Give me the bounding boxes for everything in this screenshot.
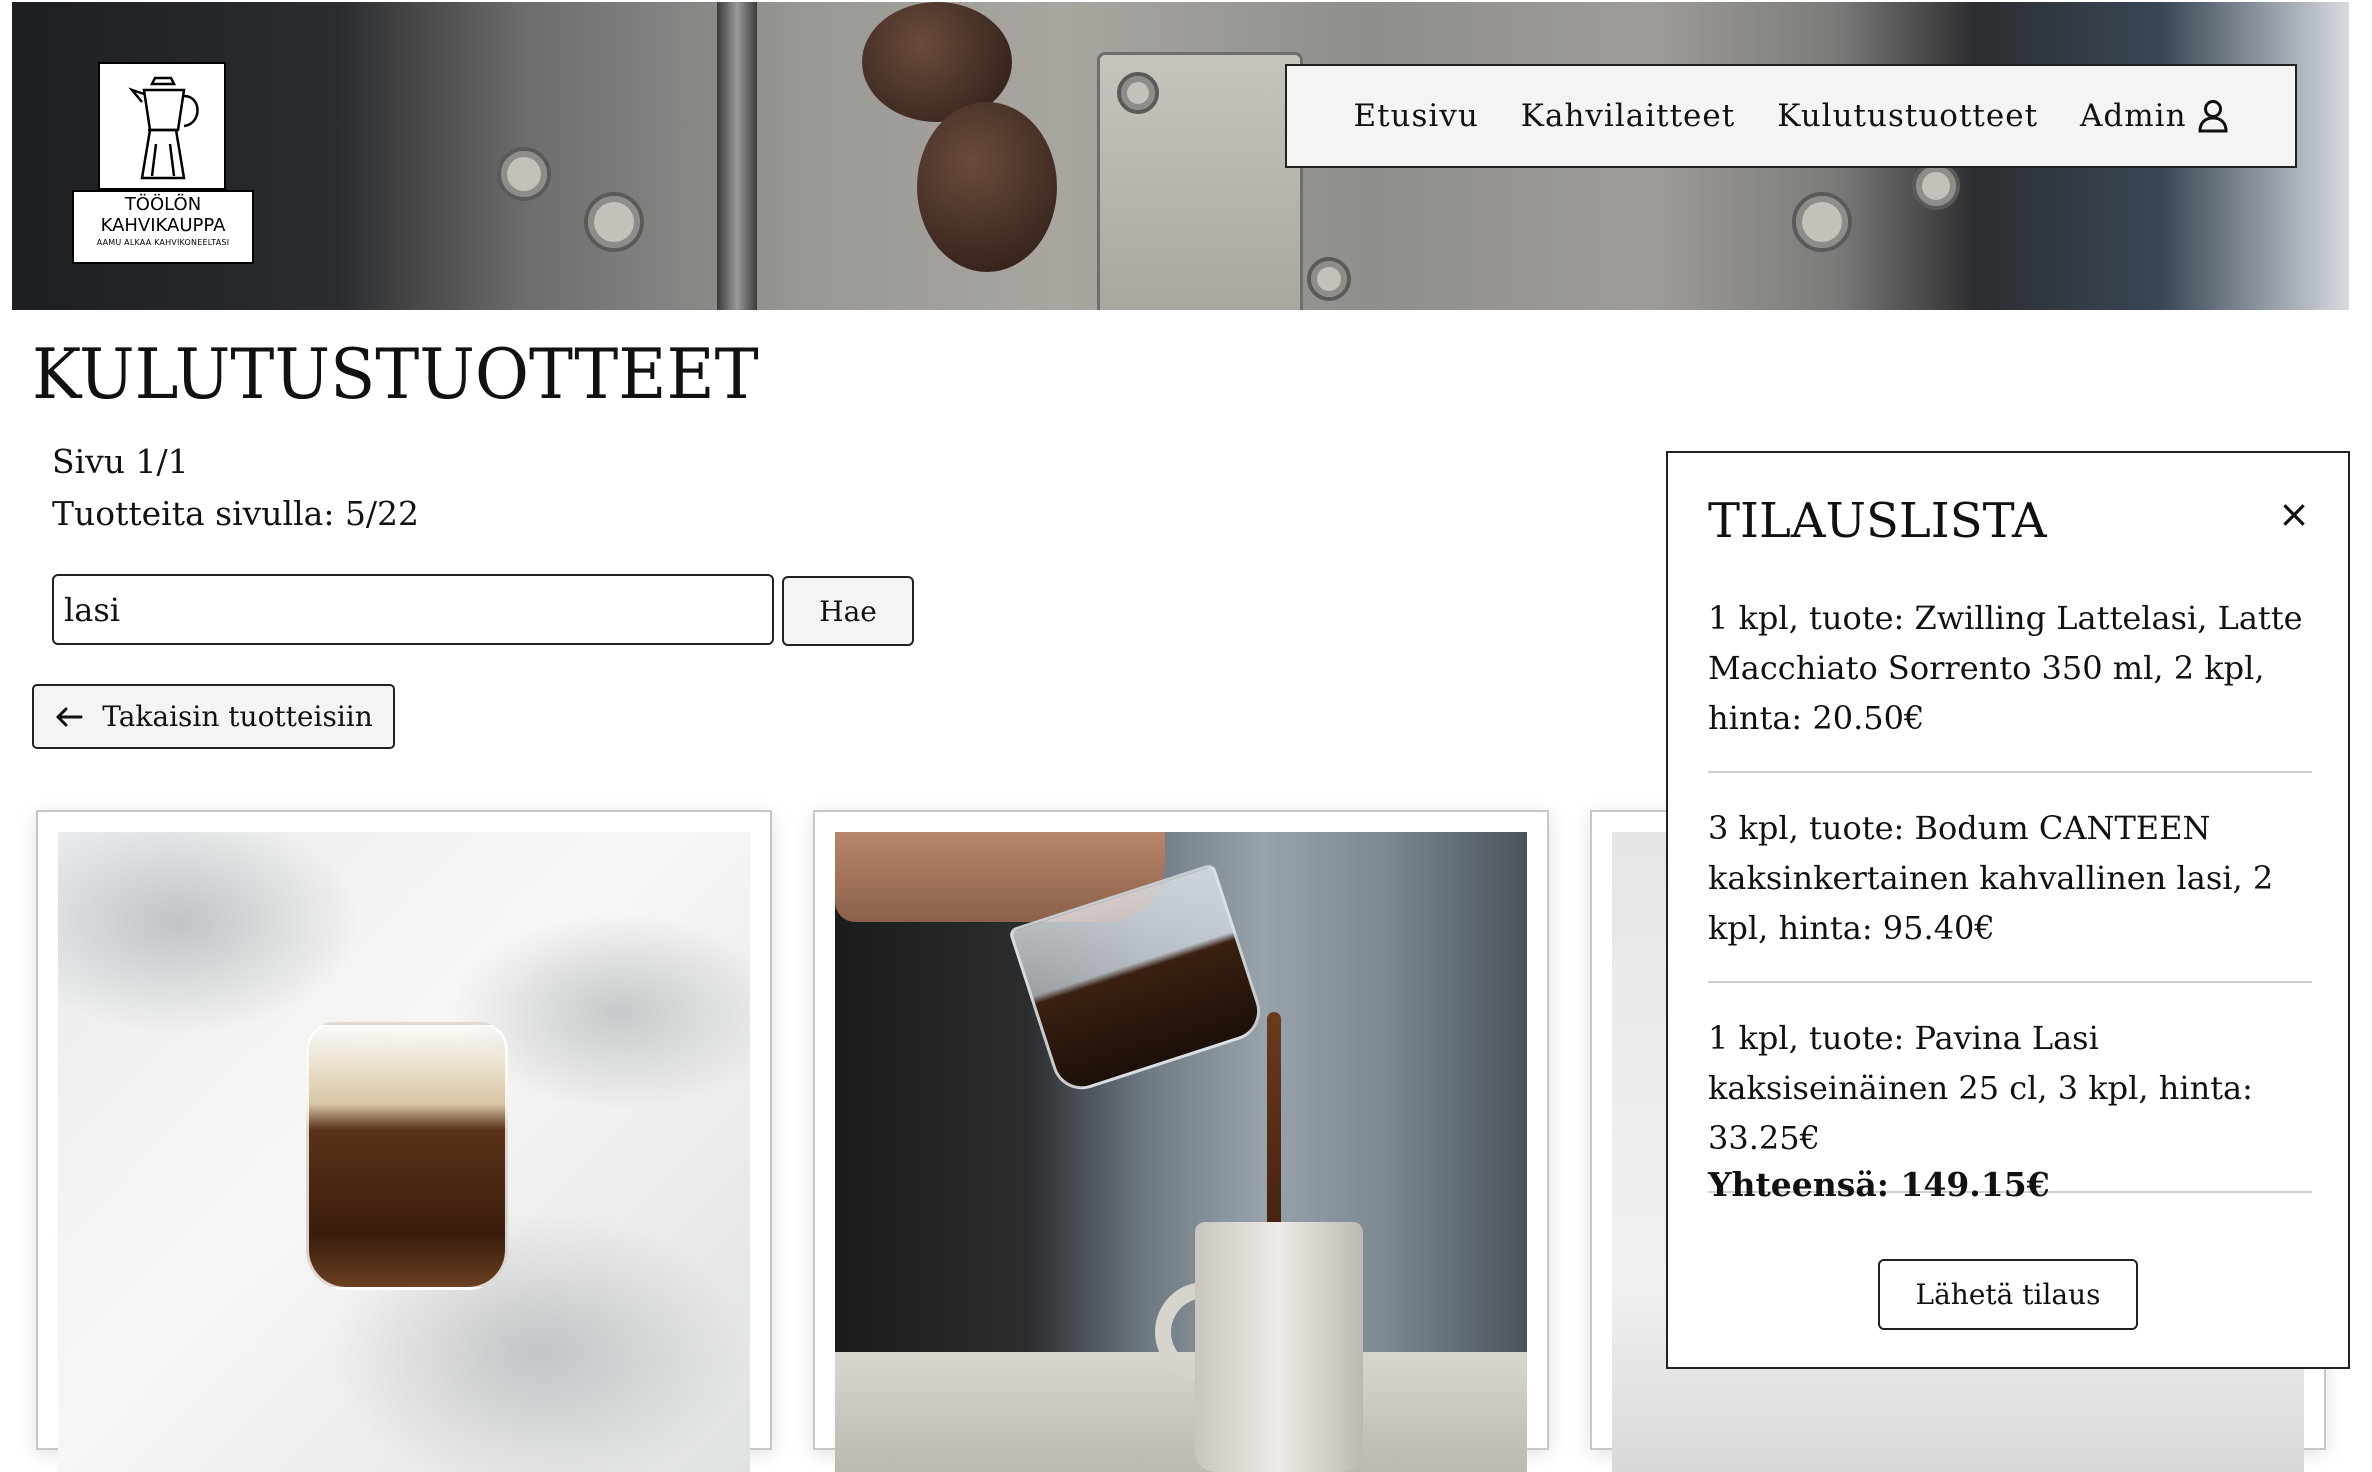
user-icon [2198, 100, 2228, 133]
machine-pipe [717, 2, 757, 310]
nav-link-label: Etusivu [1353, 98, 1479, 134]
product-card[interactable] [36, 810, 772, 1472]
bolt [584, 192, 644, 252]
hero-header: TÖÖLÖN KAHVIKAUPPA AAMU ALKAA KAHVIKONEE… [12, 2, 2349, 310]
main-nav: Etusivu Kahvilaitteet Kulutustuotteet Ad… [1285, 64, 2297, 168]
logo-tagline: AAMU ALKAA KAHVIKONEELTASI [96, 238, 230, 247]
page-indicator: Sivu 1/1 [52, 442, 189, 481]
nav-link-etusivu[interactable]: Etusivu [1353, 98, 1478, 134]
nav-link-kulutustuotteet[interactable]: Kulutustuotteet [1777, 98, 2038, 134]
pouring-coffee-photo [835, 832, 1527, 1472]
close-icon[interactable]: × [2278, 495, 2310, 533]
bolt [1307, 257, 1351, 301]
logo-label: TÖÖLÖN KAHVIKAUPPA AAMU ALKAA KAHVIKONEE… [72, 190, 254, 264]
order-items: 1 kpl, tuote: Zwilling Lattelasi, Latte … [1708, 593, 2312, 1223]
bolt [1792, 192, 1852, 252]
store-logo[interactable]: TÖÖLÖN KAHVIKAUPPA AAMU ALKAA KAHVIKONEE… [72, 62, 254, 264]
order-item: 1 kpl, tuote: Zwilling Lattelasi, Latte … [1708, 593, 2312, 773]
send-order-button[interactable]: Lähetä tilaus [1878, 1259, 2138, 1330]
coffee-glass [306, 1022, 508, 1290]
search-button[interactable]: Hae [782, 576, 914, 646]
order-item: 3 kpl, tuote: Bodum CANTEEN kaksinkertai… [1708, 803, 2312, 983]
product-card[interactable] [813, 810, 1549, 1472]
arrow-left-icon [56, 707, 83, 726]
order-list-title: TILAUSLISTA [1708, 493, 2047, 549]
bolt [1912, 162, 1960, 210]
coffee-mug [1195, 1222, 1363, 1472]
search-input[interactable] [52, 574, 774, 645]
order-list-panel: TILAUSLISTA × 1 kpl, tuote: Zwilling Lat… [1666, 451, 2350, 1369]
nav-link-label: Admin [2080, 98, 2187, 134]
page-title: KULUTUSTUOTTEET [32, 334, 759, 415]
nav-link-kahvilaitteet[interactable]: Kahvilaitteet [1521, 98, 1735, 134]
order-total: Yhteensä: 149.15€ [1708, 1165, 2050, 1204]
nav-link-admin[interactable]: Admin [2080, 98, 2229, 134]
moka-pot-icon [98, 62, 226, 190]
back-button-label: Takaisin tuotteisiin [102, 700, 373, 733]
bolt [497, 147, 551, 201]
coffee-glass-photo [58, 832, 750, 1472]
back-to-products-button[interactable]: Takaisin tuotteisiin [32, 684, 395, 749]
bolt [1117, 72, 1159, 114]
nav-link-label: Kulutustuotteet [1777, 98, 2039, 134]
machine-knob [917, 102, 1057, 272]
logo-line-1: TÖÖLÖN [124, 194, 202, 215]
logo-line-2: KAHVIKAUPPA [100, 215, 226, 236]
nav-link-label: Kahvilaitteet [1520, 98, 1736, 134]
items-per-page-indicator: Tuotteita sivulla: 5/22 [52, 494, 420, 533]
